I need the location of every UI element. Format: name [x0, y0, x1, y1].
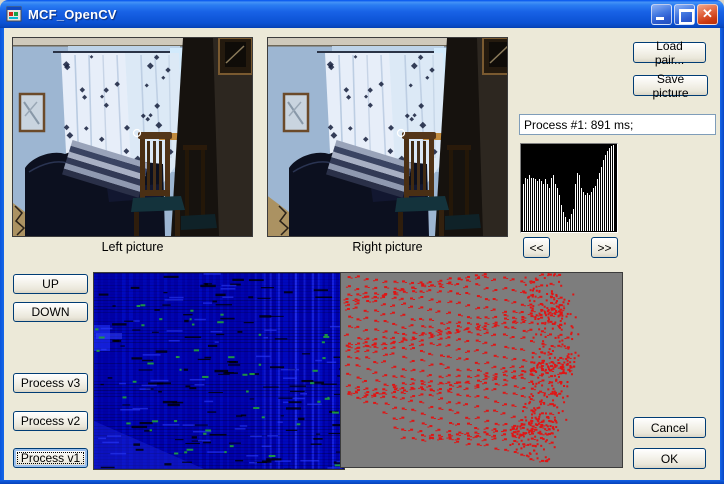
histogram-bar	[555, 184, 556, 231]
process-v3-button[interactable]: Process v3	[13, 373, 88, 393]
histogram-bar	[579, 175, 580, 231]
histogram-bar	[545, 179, 546, 231]
histogram-panel	[520, 143, 618, 233]
disparity-map-canvas[interactable]	[93, 272, 345, 470]
cancel-button[interactable]: Cancel	[633, 417, 706, 438]
next-button[interactable]: >>	[591, 237, 618, 258]
histogram-bar	[557, 188, 558, 231]
window-border-left	[0, 28, 4, 484]
window-title: MCF_OpenCV	[28, 7, 649, 22]
right-picture-caption: Right picture	[267, 240, 508, 254]
histogram-bar	[527, 179, 528, 231]
process-v2-button[interactable]: Process v2	[13, 411, 88, 431]
histogram-bar	[585, 195, 586, 231]
ok-button[interactable]: OK	[633, 448, 706, 469]
histogram-bar	[591, 192, 592, 231]
histogram-bar	[543, 184, 544, 231]
process-status-field[interactable]	[519, 114, 716, 135]
histogram-bar	[599, 173, 600, 231]
histogram-bar	[537, 181, 538, 231]
histogram-bar	[601, 167, 602, 232]
histogram-bar	[549, 188, 550, 231]
left-picture-image	[13, 38, 252, 236]
load-pair-button[interactable]: Load pair...	[633, 42, 706, 63]
histogram-bar	[553, 175, 554, 231]
right-picture-image	[268, 38, 507, 236]
histogram-bar	[595, 186, 596, 231]
vector-field-image	[341, 273, 622, 467]
vector-field-canvas[interactable]	[340, 272, 623, 468]
histogram-bar	[609, 148, 610, 231]
histogram-bar	[605, 155, 606, 231]
save-picture-button[interactable]: Save picture	[633, 75, 708, 96]
histogram-bar	[535, 179, 536, 231]
histogram-bar	[569, 219, 570, 231]
process-v1-button[interactable]: Process v1	[13, 448, 88, 468]
minimize-button[interactable]	[651, 4, 672, 25]
histogram-bar	[603, 160, 604, 231]
application-window: MCF_OpenCV	[0, 0, 724, 484]
histogram-bar	[567, 222, 568, 231]
histogram-bar	[539, 179, 540, 231]
close-button[interactable]	[697, 4, 718, 25]
histogram-bar	[571, 214, 572, 231]
histogram-bars	[523, 145, 615, 231]
histogram-bar	[561, 205, 562, 231]
histogram-bar	[531, 178, 532, 231]
histogram-bar	[593, 188, 594, 231]
up-button[interactable]: UP	[13, 274, 88, 294]
histogram-bar	[541, 181, 542, 231]
histogram-bar	[587, 193, 588, 231]
prev-button[interactable]: <<	[523, 237, 550, 258]
window-border-bottom	[0, 480, 724, 484]
titlebar[interactable]: MCF_OpenCV	[0, 0, 724, 28]
histogram-bar	[529, 175, 530, 231]
histogram-bar	[583, 192, 584, 231]
disparity-map-image	[94, 273, 344, 469]
histogram-bar	[563, 212, 564, 231]
histogram-bar	[613, 145, 614, 231]
histogram-bar	[551, 178, 552, 231]
histogram-bar	[565, 217, 566, 231]
left-picture-caption: Left picture	[12, 240, 253, 254]
left-picture-canvas[interactable]	[12, 37, 253, 237]
histogram-bar	[523, 184, 524, 231]
histogram-bar	[607, 151, 608, 231]
histogram-bar	[581, 188, 582, 231]
app-icon	[6, 6, 23, 22]
window-border-right	[720, 28, 724, 484]
histogram-bar	[573, 209, 574, 231]
maximize-button[interactable]	[674, 4, 695, 25]
histogram-bar	[559, 195, 560, 231]
histogram-bar	[611, 146, 612, 231]
down-button[interactable]: DOWN	[13, 302, 88, 322]
histogram-bar	[575, 184, 576, 231]
right-picture-canvas[interactable]	[267, 37, 508, 237]
histogram-bar	[589, 195, 590, 231]
histogram-bar	[525, 178, 526, 231]
histogram-bar	[597, 179, 598, 231]
histogram-bar	[547, 184, 548, 231]
histogram-bar	[577, 173, 578, 231]
histogram-bar	[533, 178, 534, 231]
